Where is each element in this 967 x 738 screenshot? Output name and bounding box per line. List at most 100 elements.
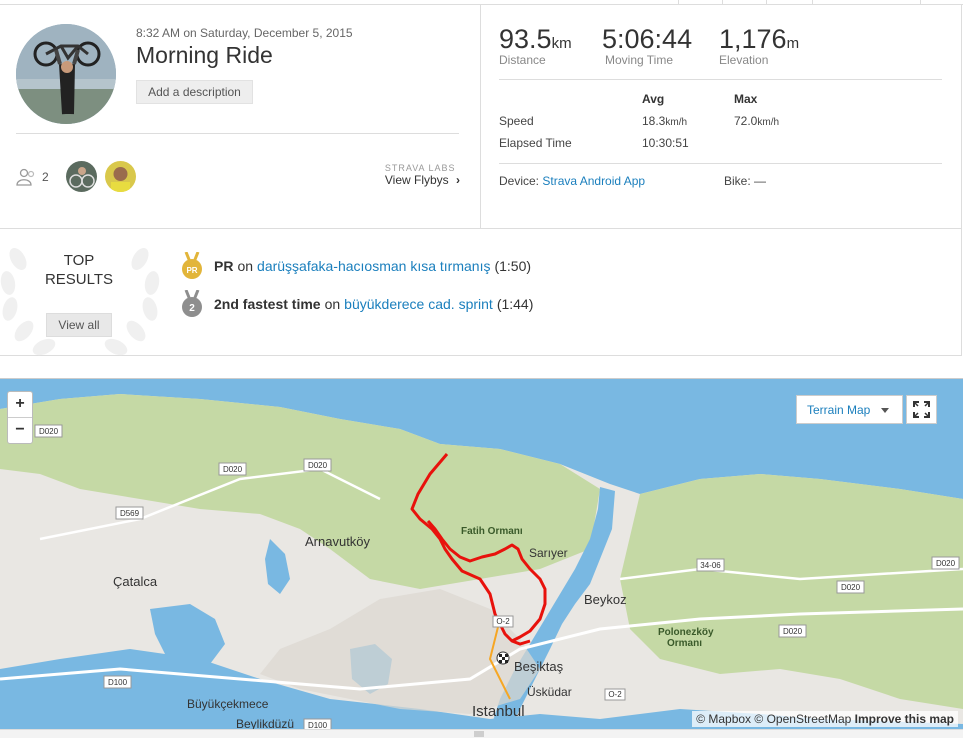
silver-medal-label: 2 xyxy=(189,303,195,314)
top-results-title-line1: TOP xyxy=(63,252,95,269)
road-label: D100 xyxy=(108,678,128,687)
speed-avg-value: 18.3 xyxy=(642,114,666,128)
zoom-out-button[interactable]: − xyxy=(8,417,32,443)
top-results: TOP RESULTS View all PR PR on darüşşafak… xyxy=(0,228,962,357)
max-header: Max xyxy=(734,92,758,106)
stat-elevation: 1,176m Elevation xyxy=(719,24,799,67)
divider xyxy=(499,163,942,164)
laurel-wreath-icon xyxy=(0,248,160,356)
divider xyxy=(499,79,942,80)
device-label: Device: xyxy=(499,174,540,188)
device-info: Device: Strava Android App xyxy=(499,174,645,188)
strava-labs-label: STRAVA LABS xyxy=(384,163,456,173)
place-label: Polonezköy xyxy=(658,627,714,638)
caret-down-icon xyxy=(881,408,889,413)
stat-moving-time: 5:06:44 Moving Time xyxy=(602,24,692,67)
elevation-value: 1,176 xyxy=(719,24,787,54)
athlete-avatar[interactable] xyxy=(16,24,116,124)
moving-time-value: 5:06:44 xyxy=(602,24,693,54)
bike-value: — xyxy=(754,174,767,188)
speed-label: Speed xyxy=(499,114,534,128)
place-label: Çatalca xyxy=(113,574,158,589)
segment-time: (1:44) xyxy=(496,296,534,312)
osm-link[interactable]: © OpenStreetMap xyxy=(754,712,851,726)
place-label: Fatih Ormanı xyxy=(461,526,523,537)
stat-distance: 93.5km Distance xyxy=(499,24,572,67)
place-label: Üsküdar xyxy=(527,685,572,699)
activity-date: 8:32 AM on Saturday, December 5, 2015 xyxy=(136,26,353,40)
place-label: Istanbul xyxy=(472,703,525,720)
elevation-unit: m xyxy=(786,35,800,52)
mapbox-link[interactable]: © Mapbox xyxy=(696,712,751,726)
device-link[interactable]: Strava Android App xyxy=(542,174,645,188)
kudos-icon xyxy=(16,168,35,186)
place-label: Büyükçekmece xyxy=(187,697,269,711)
pr-medal-icon: PR xyxy=(182,252,202,279)
activity-stats: 93.5km Distance 5:06:44 Moving Time 1,17… xyxy=(481,4,961,228)
activity-summary-card: 8:32 AM on Saturday, December 5, 2015 Mo… xyxy=(0,4,962,356)
elapsed-time-value: 10:30:51 xyxy=(642,136,689,150)
speed-max-value: 72.0 xyxy=(734,114,758,128)
view-all-button[interactable]: View all xyxy=(46,313,112,337)
road-label: D020 xyxy=(841,583,861,592)
distance-unit: km xyxy=(551,35,572,52)
place-label: Beşiktaş xyxy=(514,659,564,674)
segment-time: (1:50) xyxy=(494,258,532,274)
segment-link[interactable]: büyükderece cad. sprint xyxy=(344,296,493,312)
top-results-title: TOP RESULTS xyxy=(0,251,158,289)
map-layer-label: Terrain Map xyxy=(807,403,871,417)
bike-info: Bike: — xyxy=(724,174,766,188)
kudoer-avatar[interactable] xyxy=(66,161,97,192)
segment-link[interactable]: darüşşafaka-hacıosman kısa tırmanış xyxy=(257,258,490,274)
place-label: Beykoz xyxy=(584,592,627,607)
map-layer-select[interactable]: Terrain Map xyxy=(796,395,903,424)
view-flybys-label: View Flybys xyxy=(384,173,449,187)
speed-unit: km/h xyxy=(665,117,688,128)
improve-map-link[interactable]: Improve this map xyxy=(855,712,954,726)
drag-handle-icon xyxy=(474,731,484,737)
fullscreen-icon xyxy=(913,401,930,418)
speed-avg: 18.3km/h xyxy=(642,114,687,128)
map-attribution: © Mapbox © OpenStreetMap Improve this ma… xyxy=(692,711,958,727)
zoom-control: + − xyxy=(7,391,33,444)
divider xyxy=(16,133,459,134)
activity-header: 8:32 AM on Saturday, December 5, 2015 Mo… xyxy=(0,4,481,228)
avg-header: Avg xyxy=(642,92,665,106)
silver-medal-icon: 2 xyxy=(182,290,202,317)
place-label: Arnavutköy xyxy=(305,534,371,549)
route-map[interactable]: D020 D020 D020 D569 D100 D100 O-2 O-2 34… xyxy=(0,378,963,730)
road-label: D020 xyxy=(39,427,59,436)
achievement-item: PR PR on darüşşafaka-hacıosman kısa tırm… xyxy=(180,252,531,280)
pr-medal-label: PR xyxy=(186,266,197,275)
road-label: D020 xyxy=(308,461,328,470)
elevation-label: Elevation xyxy=(719,53,769,67)
place-label: Ormanı xyxy=(667,638,702,649)
bike-label: Bike: xyxy=(724,174,751,188)
road-label: D020 xyxy=(783,627,803,636)
road-label: D569 xyxy=(120,509,140,518)
kudos-summary[interactable]: 2 xyxy=(16,168,49,186)
add-description-button[interactable]: Add a description xyxy=(136,80,253,104)
kudoer-avatar[interactable] xyxy=(105,161,136,192)
zoom-in-button[interactable]: + xyxy=(8,392,32,417)
on-label: on xyxy=(324,296,341,312)
achievement-type: PR xyxy=(214,258,234,274)
moving-time-label: Moving Time xyxy=(605,53,674,67)
kudos-count: 2 xyxy=(42,170,49,184)
road-label: D020 xyxy=(223,465,243,474)
avatar-photo xyxy=(105,161,136,192)
flybys-link[interactable]: STRAVA LABS View Flybys › xyxy=(385,163,460,187)
achievement-type: 2nd fastest time xyxy=(214,296,321,312)
top-results-title-line2: RESULTS xyxy=(44,271,114,288)
chevron-right-icon: › xyxy=(456,173,460,187)
elapsed-time-label: Elapsed Time xyxy=(499,136,572,150)
on-label: on xyxy=(237,258,254,274)
fullscreen-button[interactable] xyxy=(906,395,937,424)
road-label: 34-06 xyxy=(700,561,721,570)
achievement-item: 2 2nd fastest time on büyükderece cad. s… xyxy=(180,290,533,318)
avatar-photo xyxy=(16,24,116,124)
map-canvas[interactable]: D020 D020 D020 D569 D100 D100 O-2 O-2 34… xyxy=(0,379,963,730)
activity-title: Morning Ride xyxy=(136,42,273,68)
distance-value: 93.5 xyxy=(499,24,552,54)
distance-label: Distance xyxy=(499,53,546,67)
